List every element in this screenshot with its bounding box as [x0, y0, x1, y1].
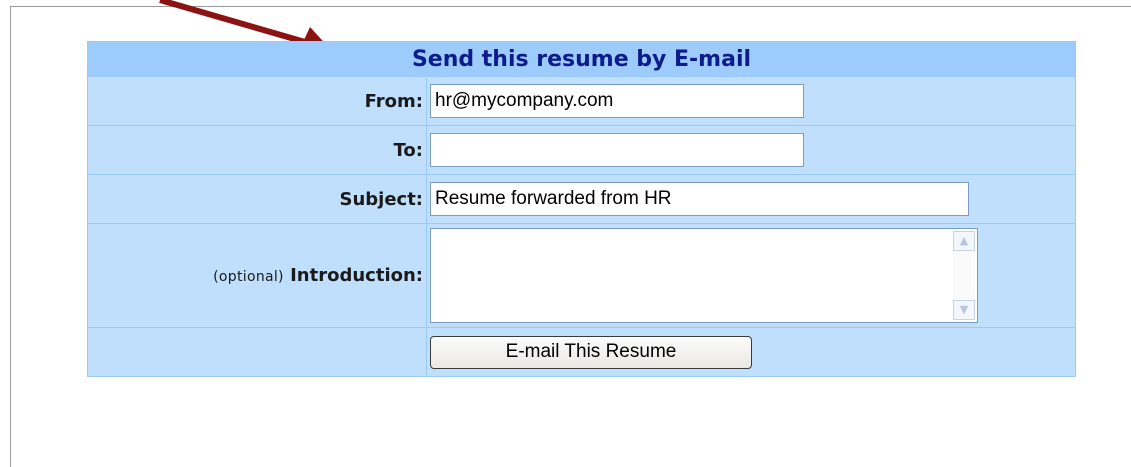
- email-resume-button[interactable]: E-mail This Resume: [430, 335, 752, 369]
- to-label: To:: [87, 125, 427, 175]
- email-resume-form: Send this resume by E-mail From: To: Sub…: [87, 41, 1076, 377]
- introduction-scrollbar[interactable]: ▲ ▼: [953, 231, 975, 320]
- form-title: Send this resume by E-mail: [87, 41, 1076, 77]
- submit-row: E-mail This Resume: [87, 327, 1076, 377]
- scroll-down-icon[interactable]: ▼: [953, 300, 975, 320]
- to-field[interactable]: [430, 133, 804, 167]
- introduction-label: Introduction:: [290, 265, 423, 286]
- subject-field[interactable]: [430, 182, 969, 216]
- subject-label: Subject:: [87, 174, 427, 224]
- from-field[interactable]: [430, 84, 804, 118]
- from-row: From:: [87, 76, 1076, 126]
- scroll-up-icon[interactable]: ▲: [953, 231, 975, 251]
- subject-row: Subject:: [87, 174, 1076, 224]
- introduction-textarea[interactable]: ▲ ▼: [430, 228, 978, 323]
- form-header-row: Send this resume by E-mail: [87, 41, 1076, 77]
- from-label: From:: [87, 76, 427, 126]
- to-row: To:: [87, 125, 1076, 175]
- optional-note: (optional): [213, 269, 284, 285]
- introduction-row: (optional) Introduction: ▲ ▼: [87, 223, 1076, 328]
